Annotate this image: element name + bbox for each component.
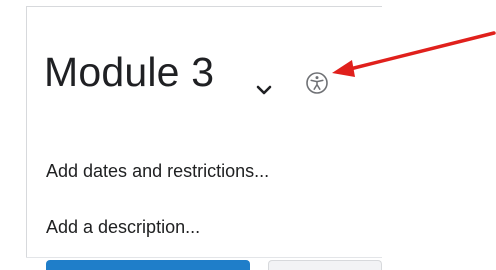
panel-border-left xyxy=(26,6,27,258)
panel-border-bottom xyxy=(26,257,382,258)
module-options-toggle[interactable] xyxy=(252,82,276,98)
primary-action-button[interactable] xyxy=(46,260,250,270)
add-dates-restrictions[interactable]: Add dates and restrictions... xyxy=(46,160,269,182)
panel-border-top xyxy=(26,6,382,7)
chevron-down-icon xyxy=(256,85,272,95)
module-title[interactable]: Module 3 xyxy=(44,46,214,98)
accessibility-button[interactable] xyxy=(304,70,330,96)
accessibility-icon xyxy=(306,72,328,94)
secondary-action-button[interactable] xyxy=(268,260,382,270)
add-description[interactable]: Add a description... xyxy=(46,216,200,238)
